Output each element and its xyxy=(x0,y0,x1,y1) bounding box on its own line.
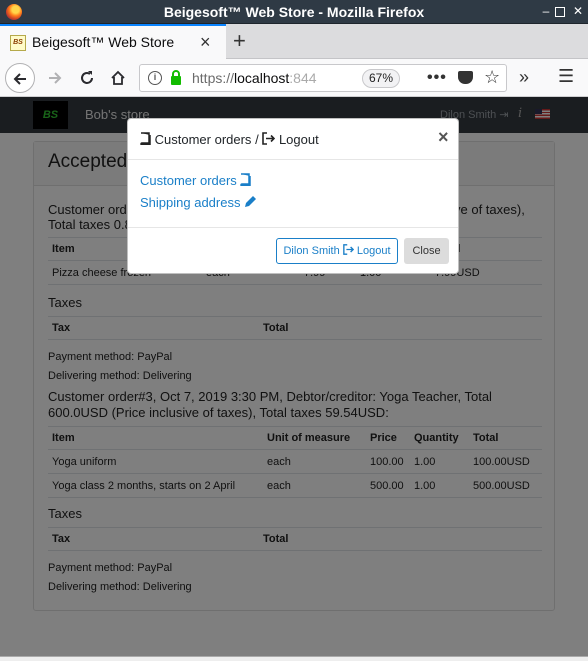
zoom-level-button[interactable]: 67% xyxy=(362,69,401,88)
user-menu-modal: Customer orders / Logout × Customer orde… xyxy=(127,118,459,274)
site-favicon-icon: BS xyxy=(10,35,26,51)
logout-button[interactable]: Dilon Smith Logout xyxy=(276,238,398,264)
window-titlebar: Beigesoft™ Web Store - Mozilla Firefox –… xyxy=(0,0,588,24)
url-rest: :844 xyxy=(289,70,317,86)
url-host: localhost xyxy=(234,70,290,86)
shipping-address-link[interactable]: Shipping address xyxy=(140,195,257,210)
back-arrow-icon xyxy=(13,73,26,85)
tab-web-store[interactable]: BS Beigesoft™ Web Store × xyxy=(0,24,226,59)
close-button[interactable]: Close xyxy=(404,238,449,264)
sign-out-icon xyxy=(262,132,276,145)
minimize-icon[interactable]: – xyxy=(539,4,553,18)
site-info-icon[interactable]: i xyxy=(148,71,162,85)
modal-title-logout: Logout xyxy=(278,132,319,147)
modal-close-icon[interactable]: × xyxy=(438,127,449,148)
book-icon xyxy=(240,173,252,187)
reload-button[interactable] xyxy=(72,63,102,93)
tab-close-icon[interactable]: × xyxy=(200,32,211,53)
window-title: Beigesoft™ Web Store - Mozilla Firefox xyxy=(163,4,425,20)
tab-strip: BS Beigesoft™ Web Store × + xyxy=(0,24,588,59)
page-actions-menu-icon[interactable]: ••• xyxy=(427,69,447,87)
hamburger-menu-icon[interactable]: ☰ xyxy=(558,66,574,87)
book-icon xyxy=(140,132,151,145)
customer-orders-link-label: Customer orders xyxy=(140,173,237,188)
url-bar[interactable]: i https://localhost:844 67% ••• ☆ xyxy=(139,64,507,92)
lock-icon xyxy=(171,70,181,85)
shipping-address-link-label: Shipping address xyxy=(140,195,241,210)
pocket-icon[interactable] xyxy=(458,71,473,84)
close-window-icon[interactable]: ✕ xyxy=(571,4,585,18)
forward-button[interactable] xyxy=(40,63,70,93)
home-icon xyxy=(111,70,125,85)
window-bottom-edge xyxy=(0,656,588,661)
logout-button-user: Dilon Smith xyxy=(283,245,340,257)
logout-button-label: Logout xyxy=(356,245,391,257)
new-tab-icon[interactable]: + xyxy=(233,28,246,54)
url-prefix: https:// xyxy=(192,70,235,86)
back-button[interactable] xyxy=(5,63,35,93)
modal-footer: Dilon Smith Logout Close xyxy=(128,227,458,273)
url-text[interactable]: https://localhost:844 xyxy=(192,70,327,86)
navigation-toolbar: i https://localhost:844 67% ••• ☆ » ☰ xyxy=(0,59,588,97)
modal-title: Customer orders / Logout xyxy=(140,132,319,147)
modal-title-separator: / xyxy=(255,132,259,147)
reload-icon xyxy=(81,71,93,84)
bookmark-star-icon[interactable]: ☆ xyxy=(484,67,500,88)
home-button[interactable] xyxy=(103,63,133,93)
forward-arrow-icon xyxy=(49,72,62,84)
sign-out-icon xyxy=(342,244,354,255)
modal-header: Customer orders / Logout × xyxy=(128,119,458,160)
pencil-icon xyxy=(245,196,257,207)
customer-orders-link[interactable]: Customer orders xyxy=(140,173,252,188)
overflow-chevron-icon[interactable]: » xyxy=(519,67,529,88)
maximize-icon[interactable] xyxy=(555,7,565,17)
tab-title: Beigesoft™ Web Store xyxy=(32,34,175,50)
modal-title-orders: Customer orders xyxy=(154,132,252,147)
